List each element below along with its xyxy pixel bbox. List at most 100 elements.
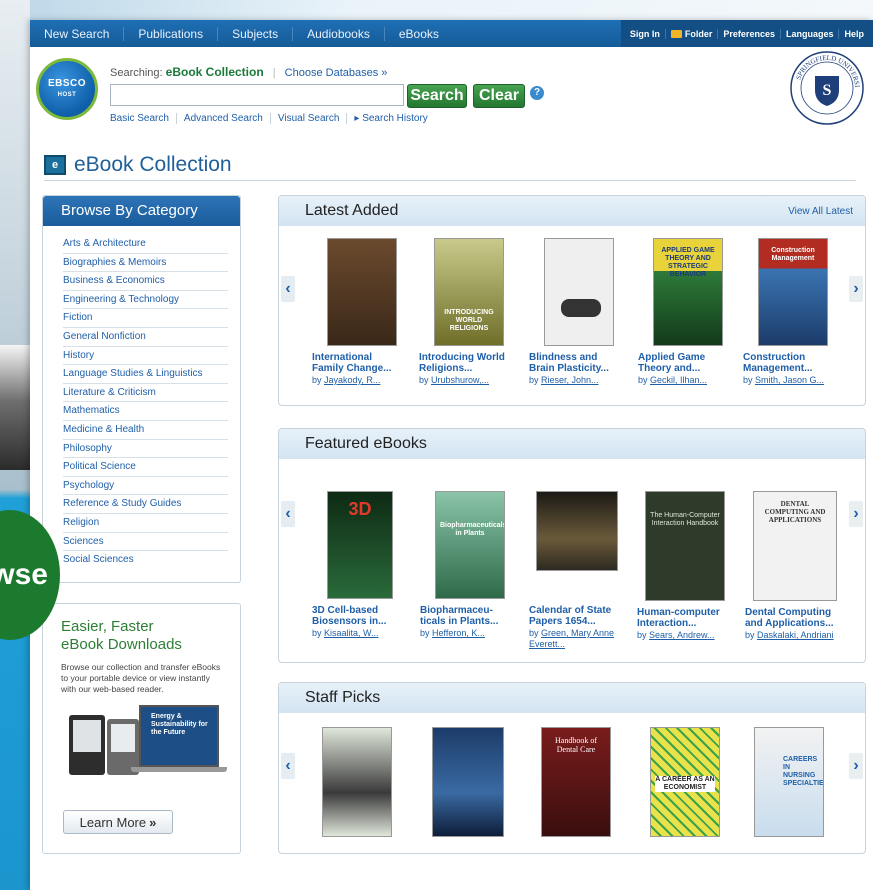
book-card[interactable]: Blindness and Brain Plasticity... by Rie… [529, 238, 621, 386]
book-card[interactable]: A CAREER AS AN ECONOMIST [635, 727, 727, 837]
category-philosophy[interactable]: Philosophy [63, 440, 228, 459]
book-card[interactable] [417, 727, 509, 837]
category-biographies[interactable]: Biographies & Memoirs [63, 254, 228, 273]
book-card[interactable]: 3D 3D Cell-based Biosensors in... by Kis… [312, 491, 404, 639]
book-card[interactable] [307, 727, 399, 837]
book-title[interactable]: Human-computer Interaction... [637, 607, 729, 629]
category-arts-architecture[interactable]: Arts & Architecture [63, 235, 228, 254]
book-title[interactable]: Blindness and Brain Plasticity... [529, 352, 621, 374]
category-business[interactable]: Business & Economics [63, 272, 228, 291]
book-card[interactable]: The Human-Computer Interaction Handbook … [637, 491, 729, 641]
university-seal-icon: S SPRINGFIELD UNIVERSITY [787, 48, 864, 125]
book-cover[interactable] [327, 238, 397, 346]
nav-new-search[interactable]: New Search [30, 26, 125, 41]
folder-link[interactable]: Folder [666, 28, 719, 39]
staff-next-arrow[interactable]: › [849, 753, 863, 779]
featured-prev-arrow[interactable]: ‹ [281, 501, 295, 527]
choose-databases-link[interactable]: Choose Databases » [285, 67, 388, 79]
book-author: by Kisaalita, W... [312, 628, 379, 638]
learn-more-button[interactable]: Learn More » [63, 810, 173, 834]
database-name: eBook Collection [165, 65, 264, 79]
category-literature[interactable]: Literature & Criticism [63, 384, 228, 403]
book-title[interactable]: Calendar of State Papers 1654... [529, 605, 621, 627]
visual-search-link[interactable]: Visual Search [269, 113, 347, 124]
book-cover[interactable] [432, 727, 504, 837]
book-title[interactable]: 3D Cell-based Biosensors in... [312, 605, 404, 627]
book-title[interactable]: International Family Change... [312, 352, 404, 374]
category-engineering[interactable]: Engineering & Technology [63, 291, 228, 310]
category-religion[interactable]: Religion [63, 514, 228, 533]
category-fiction[interactable]: Fiction [63, 309, 228, 328]
book-cover[interactable]: 3D [327, 491, 393, 599]
book-cover[interactable] [544, 238, 614, 346]
category-language-studies[interactable]: Language Studies & Linguistics [63, 365, 228, 384]
staff-prev-arrow[interactable]: ‹ [281, 753, 295, 779]
category-social-sciences[interactable]: Social Sciences [63, 551, 228, 570]
book-card[interactable]: International Family Change... by Jayako… [312, 238, 404, 386]
category-reference[interactable]: Reference & Study Guides [63, 495, 228, 514]
preferences-link[interactable]: Preferences [718, 28, 781, 39]
promo-cover-text: Energy & Sustainability for the Future [151, 713, 208, 736]
category-political-science[interactable]: Political Science [63, 458, 228, 477]
book-cover[interactable]: The Human-Computer Interaction Handbook [645, 491, 725, 601]
latest-prev-arrow[interactable]: ‹ [281, 276, 295, 302]
book-card[interactable]: INTRODUCING WORLD RELIGIONS Introducing … [419, 238, 511, 386]
view-all-latest-link[interactable]: View All Latest [788, 206, 853, 217]
book-cover[interactable]: INTRODUCING WORLD RELIGIONS [434, 238, 504, 346]
nav-right: Sign In Folder Preferences Languages Hel… [620, 20, 873, 47]
book-card[interactable]: CAREERS IN NURSING SPECIALTIES [739, 727, 831, 837]
book-card[interactable]: Construction Management Construction Man… [743, 238, 835, 386]
help-link[interactable]: Help [839, 29, 869, 39]
nav-audiobooks[interactable]: Audiobooks [293, 26, 385, 41]
book-cover[interactable]: DENTAL COMPUTING AND APPLICATIONS [753, 491, 837, 601]
book-card[interactable]: Calendar of State Papers 1654... by Gree… [529, 491, 621, 650]
book-card[interactable]: APPLIED GAME THEORY AND STRATEGIC BEHAVI… [638, 238, 730, 386]
search-button[interactable]: Search [407, 84, 467, 108]
search-sublinks: Basic Search Advanced Search Visual Sear… [110, 113, 435, 124]
book-card[interactable]: Handbook of Dental Care [526, 727, 618, 837]
promo-title: Easier, Faster eBook Downloads [61, 618, 182, 653]
nav-ebooks[interactable]: eBooks [385, 27, 453, 41]
help-icon[interactable]: ? [530, 86, 544, 100]
search-history-link[interactable]: ▸ Search History [346, 113, 434, 124]
book-cover[interactable] [536, 491, 618, 571]
category-history[interactable]: History [63, 347, 228, 366]
book-author: by Daskalaki, Andriani [745, 630, 834, 640]
staff-picks-header: Staff Picks [279, 683, 865, 713]
book-cover[interactable]: Construction Management [758, 238, 828, 346]
searching-line: Searching: eBook Collection | Choose Dat… [110, 65, 388, 79]
category-medicine[interactable]: Medicine & Health [63, 421, 228, 440]
book-author: by Geckil, Ilhan... [638, 375, 708, 385]
book-card[interactable]: DENTAL COMPUTING AND APPLICATIONS Dental… [745, 491, 845, 641]
book-title[interactable]: Construction Management... [743, 352, 835, 374]
book-cover[interactable]: CAREERS IN NURSING SPECIALTIES [754, 727, 824, 837]
search-input[interactable] [110, 84, 404, 106]
book-cover[interactable]: APPLIED GAME THEORY AND STRATEGIC BEHAVI… [653, 238, 723, 346]
book-title[interactable]: Biopharmaceu- ticals in Plants... [420, 605, 512, 627]
featured-next-arrow[interactable]: › [849, 501, 863, 527]
category-psychology[interactable]: Psychology [63, 477, 228, 496]
advanced-search-link[interactable]: Advanced Search [175, 113, 270, 124]
book-cover[interactable]: A CAREER AS AN ECONOMIST [650, 727, 720, 837]
nav-subjects[interactable]: Subjects [218, 26, 294, 41]
book-card[interactable]: Biopharmaceuticals in Plants Biopharmace… [420, 491, 512, 639]
staff-picks-section: Staff Picks ‹ › Handbook of Dental Care … [278, 682, 866, 854]
category-general-nonfiction[interactable]: General Nonfiction [63, 328, 228, 347]
book-cover[interactable]: Biopharmaceuticals in Plants [435, 491, 505, 599]
category-sciences[interactable]: Sciences [63, 533, 228, 552]
latest-next-arrow[interactable]: › [849, 276, 863, 302]
ebsco-logo[interactable]: EBSCO HOST [36, 58, 98, 120]
book-title[interactable]: Introducing World Religions... [419, 352, 511, 374]
book-title[interactable]: Dental Computing and Applications... [745, 607, 845, 629]
languages-link[interactable]: Languages [781, 28, 840, 39]
sign-in-link[interactable]: Sign In [625, 28, 666, 39]
clear-button[interactable]: Clear [473, 84, 525, 108]
section-title-featured: Featured eBooks [305, 435, 427, 452]
category-mathematics[interactable]: Mathematics [63, 402, 228, 421]
basic-search-link[interactable]: Basic Search [110, 113, 176, 124]
book-cover[interactable] [322, 727, 392, 837]
book-title[interactable]: Applied Game Theory and... [638, 352, 730, 374]
title-divider [44, 180, 856, 181]
book-cover[interactable]: Handbook of Dental Care [541, 727, 611, 837]
nav-publications[interactable]: Publications [124, 26, 219, 41]
